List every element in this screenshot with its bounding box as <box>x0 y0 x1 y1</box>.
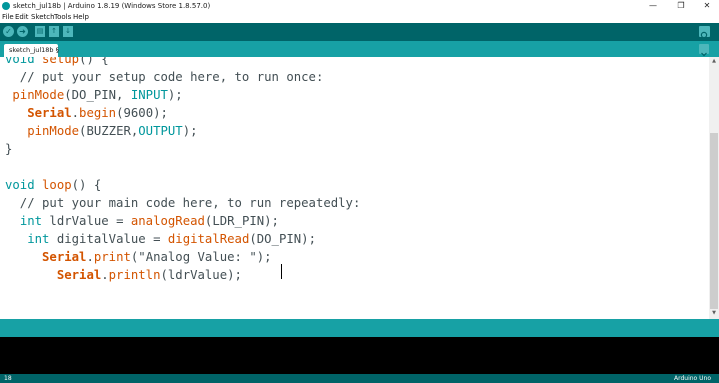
code-token: () { <box>71 178 102 192</box>
code-token: } <box>5 142 13 156</box>
code-token: . <box>86 250 94 264</box>
scroll-down-arrow-icon[interactable]: ▼ <box>709 309 719 318</box>
tab-bar <box>0 41 719 57</box>
code-line: pinMode(BUZZER,OUTPUT); <box>5 122 198 140</box>
code-token: () { <box>79 57 109 66</box>
code-line: // put your setup code here, to run once… <box>5 68 324 86</box>
code-token: (DO_PIN, <box>64 88 131 102</box>
code-token: void <box>5 178 43 192</box>
text-caret <box>281 264 282 279</box>
save-sketch-button[interactable]: ↓ <box>63 26 73 37</box>
tab-menu-button[interactable] <box>699 44 709 57</box>
code-token: ldrValue = <box>42 214 131 228</box>
window-title: sketch_jul18b | Arduino 1.8.19 (Windows … <box>13 2 211 10</box>
code-token: (DO_PIN); <box>249 232 316 246</box>
code-token: begin <box>79 106 117 120</box>
new-sketch-button[interactable]: ▤ <box>35 26 45 37</box>
code-line: // put your main code here, to run repea… <box>5 194 361 212</box>
status-bar <box>0 319 719 337</box>
code-token: digitalRead <box>167 232 250 246</box>
code-line: void loop() { <box>5 176 101 194</box>
code-token: setup <box>42 57 80 66</box>
code-line: pinMode(DO_PIN, INPUT); <box>5 86 183 104</box>
code-token: . <box>101 268 109 282</box>
code-token: OUTPUT <box>138 124 183 138</box>
serial-monitor-button[interactable] <box>699 26 710 40</box>
console-output[interactable] <box>0 337 719 374</box>
menu-sketch[interactable]: Sketch <box>31 13 55 22</box>
code-token: digitalValue = <box>49 232 168 246</box>
code-token: (9600); <box>116 106 168 120</box>
code-token: Serial <box>56 268 102 282</box>
open-sketch-button[interactable]: ↑ <box>49 26 59 37</box>
upload-button[interactable]: ➜ <box>17 26 28 37</box>
code-token: pinMode <box>12 88 65 102</box>
menu-bar <box>0 12 719 23</box>
verify-button[interactable]: ✓ <box>3 26 14 37</box>
code-token: (LDR_PIN); <box>204 214 279 228</box>
code-token: Serial <box>42 250 87 264</box>
tab-sketch-label: sketch_jul18b § <box>9 46 59 54</box>
code-line: int ldrValue = analogRead(LDR_PIN); <box>5 212 279 230</box>
minimize-button[interactable]: — <box>641 0 665 12</box>
code-token: (BUZZER, <box>79 124 139 138</box>
code-token: void <box>5 57 43 66</box>
arduino-app-icon <box>2 2 10 10</box>
code-token: print <box>93 250 131 264</box>
maximize-button[interactable]: ❐ <box>669 0 693 12</box>
code-token: int <box>27 232 50 246</box>
footer-bar <box>0 374 719 383</box>
board-name: Arduino Uno <box>674 375 711 382</box>
scroll-up-arrow-icon[interactable]: ▲ <box>709 57 719 66</box>
code-line: int digitalValue = digitalRead(DO_PIN); <box>5 230 316 248</box>
code-token: Serial <box>27 106 72 120</box>
code-token: pinMode <box>27 124 80 138</box>
code-line: Serial.print("Analog Value: "); <box>5 248 272 266</box>
menu-help[interactable]: Help <box>73 13 89 22</box>
code-token: // put your main code here, to run repea… <box>5 196 361 210</box>
code-token: ); <box>182 124 198 138</box>
code-token: ); <box>167 88 183 102</box>
code-token: INPUT <box>130 88 168 102</box>
code-token: ("Analog Value: "); <box>130 250 272 264</box>
code-token: (ldrValue); <box>160 268 242 282</box>
code-editor[interactable]: void setup() { // put your setup code he… <box>0 57 709 319</box>
code-token: println <box>108 268 161 282</box>
code-line: Serial.println(ldrValue); <box>5 266 242 284</box>
code-token: // put your setup code here, to run once… <box>5 70 324 84</box>
magnifier-icon <box>700 31 709 40</box>
code-line: } <box>5 140 12 158</box>
code-token: analogRead <box>130 214 205 228</box>
toolbar <box>0 23 719 41</box>
menu-edit[interactable]: Edit <box>15 13 29 22</box>
menu-tools[interactable]: Tools <box>54 13 71 22</box>
code-token: . <box>71 106 80 120</box>
scrollbar-thumb[interactable] <box>710 133 718 309</box>
code-line: Serial.begin(9600); <box>5 104 168 122</box>
code-token: loop <box>42 178 72 192</box>
close-button[interactable]: ✕ <box>695 0 719 12</box>
menu-file[interactable]: File <box>2 13 14 22</box>
code-token: int <box>19 214 43 228</box>
code-line: void setup() { <box>5 57 109 68</box>
line-number: 18 <box>4 375 12 382</box>
